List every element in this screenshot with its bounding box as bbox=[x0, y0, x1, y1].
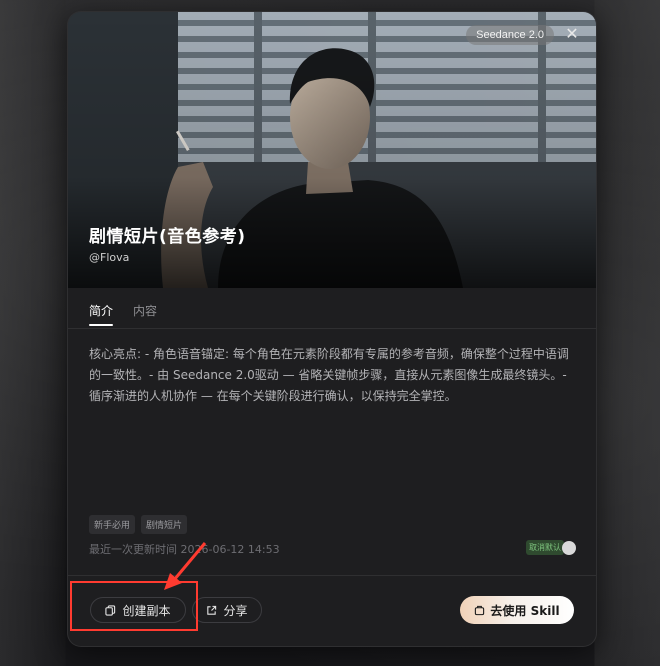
close-icon[interactable]: ✕ bbox=[562, 24, 582, 44]
create-copy-label: 创建副本 bbox=[122, 603, 171, 618]
skill-icon bbox=[475, 605, 485, 615]
share-label: 分享 bbox=[223, 603, 248, 618]
skill-title: 剧情短片(音色参考) bbox=[89, 227, 246, 247]
toggle-label: 取消默认 bbox=[526, 540, 564, 555]
tab-intro[interactable]: 简介 bbox=[89, 300, 114, 326]
author-handle[interactable]: @Flova bbox=[89, 251, 129, 264]
tag-short-film[interactable]: 剧情短片 bbox=[141, 515, 188, 534]
version-badge: Seedance 2.0 bbox=[466, 25, 554, 45]
copy-icon bbox=[105, 604, 116, 616]
share-button[interactable]: 分享 bbox=[192, 597, 262, 623]
share-icon bbox=[207, 605, 217, 615]
use-skill-button[interactable]: 去使用 Skill bbox=[460, 596, 574, 624]
use-skill-label: 去使用 Skill bbox=[490, 603, 560, 618]
tabs-divider bbox=[68, 328, 596, 329]
tag-list: 新手必用 剧情短片 bbox=[89, 515, 188, 534]
skill-detail-modal: Seedance 2.0 ✕ 剧情短片(音色参考) @Flova 简介 内容 核… bbox=[67, 11, 597, 647]
create-copy-button[interactable]: 创建副本 bbox=[90, 597, 186, 623]
description-text: 核心亮点: - 角色语音锚定: 每个角色在元素阶段都有专属的参考音频，确保整个过… bbox=[89, 347, 569, 403]
tag-beginner[interactable]: 新手必用 bbox=[89, 515, 136, 534]
last-updated: 最近一次更新时间 2026-06-12 14:53 bbox=[89, 543, 280, 556]
tab-bar: 简介 内容 bbox=[89, 300, 157, 328]
hero-image: Seedance 2.0 ✕ 剧情短片(音色参考) @Flova bbox=[68, 12, 596, 288]
toggle-knob[interactable] bbox=[562, 540, 576, 555]
default-toggle[interactable]: 取消默认 bbox=[526, 540, 576, 555]
tab-content[interactable]: 内容 bbox=[133, 300, 157, 326]
footer-divider bbox=[68, 575, 596, 576]
